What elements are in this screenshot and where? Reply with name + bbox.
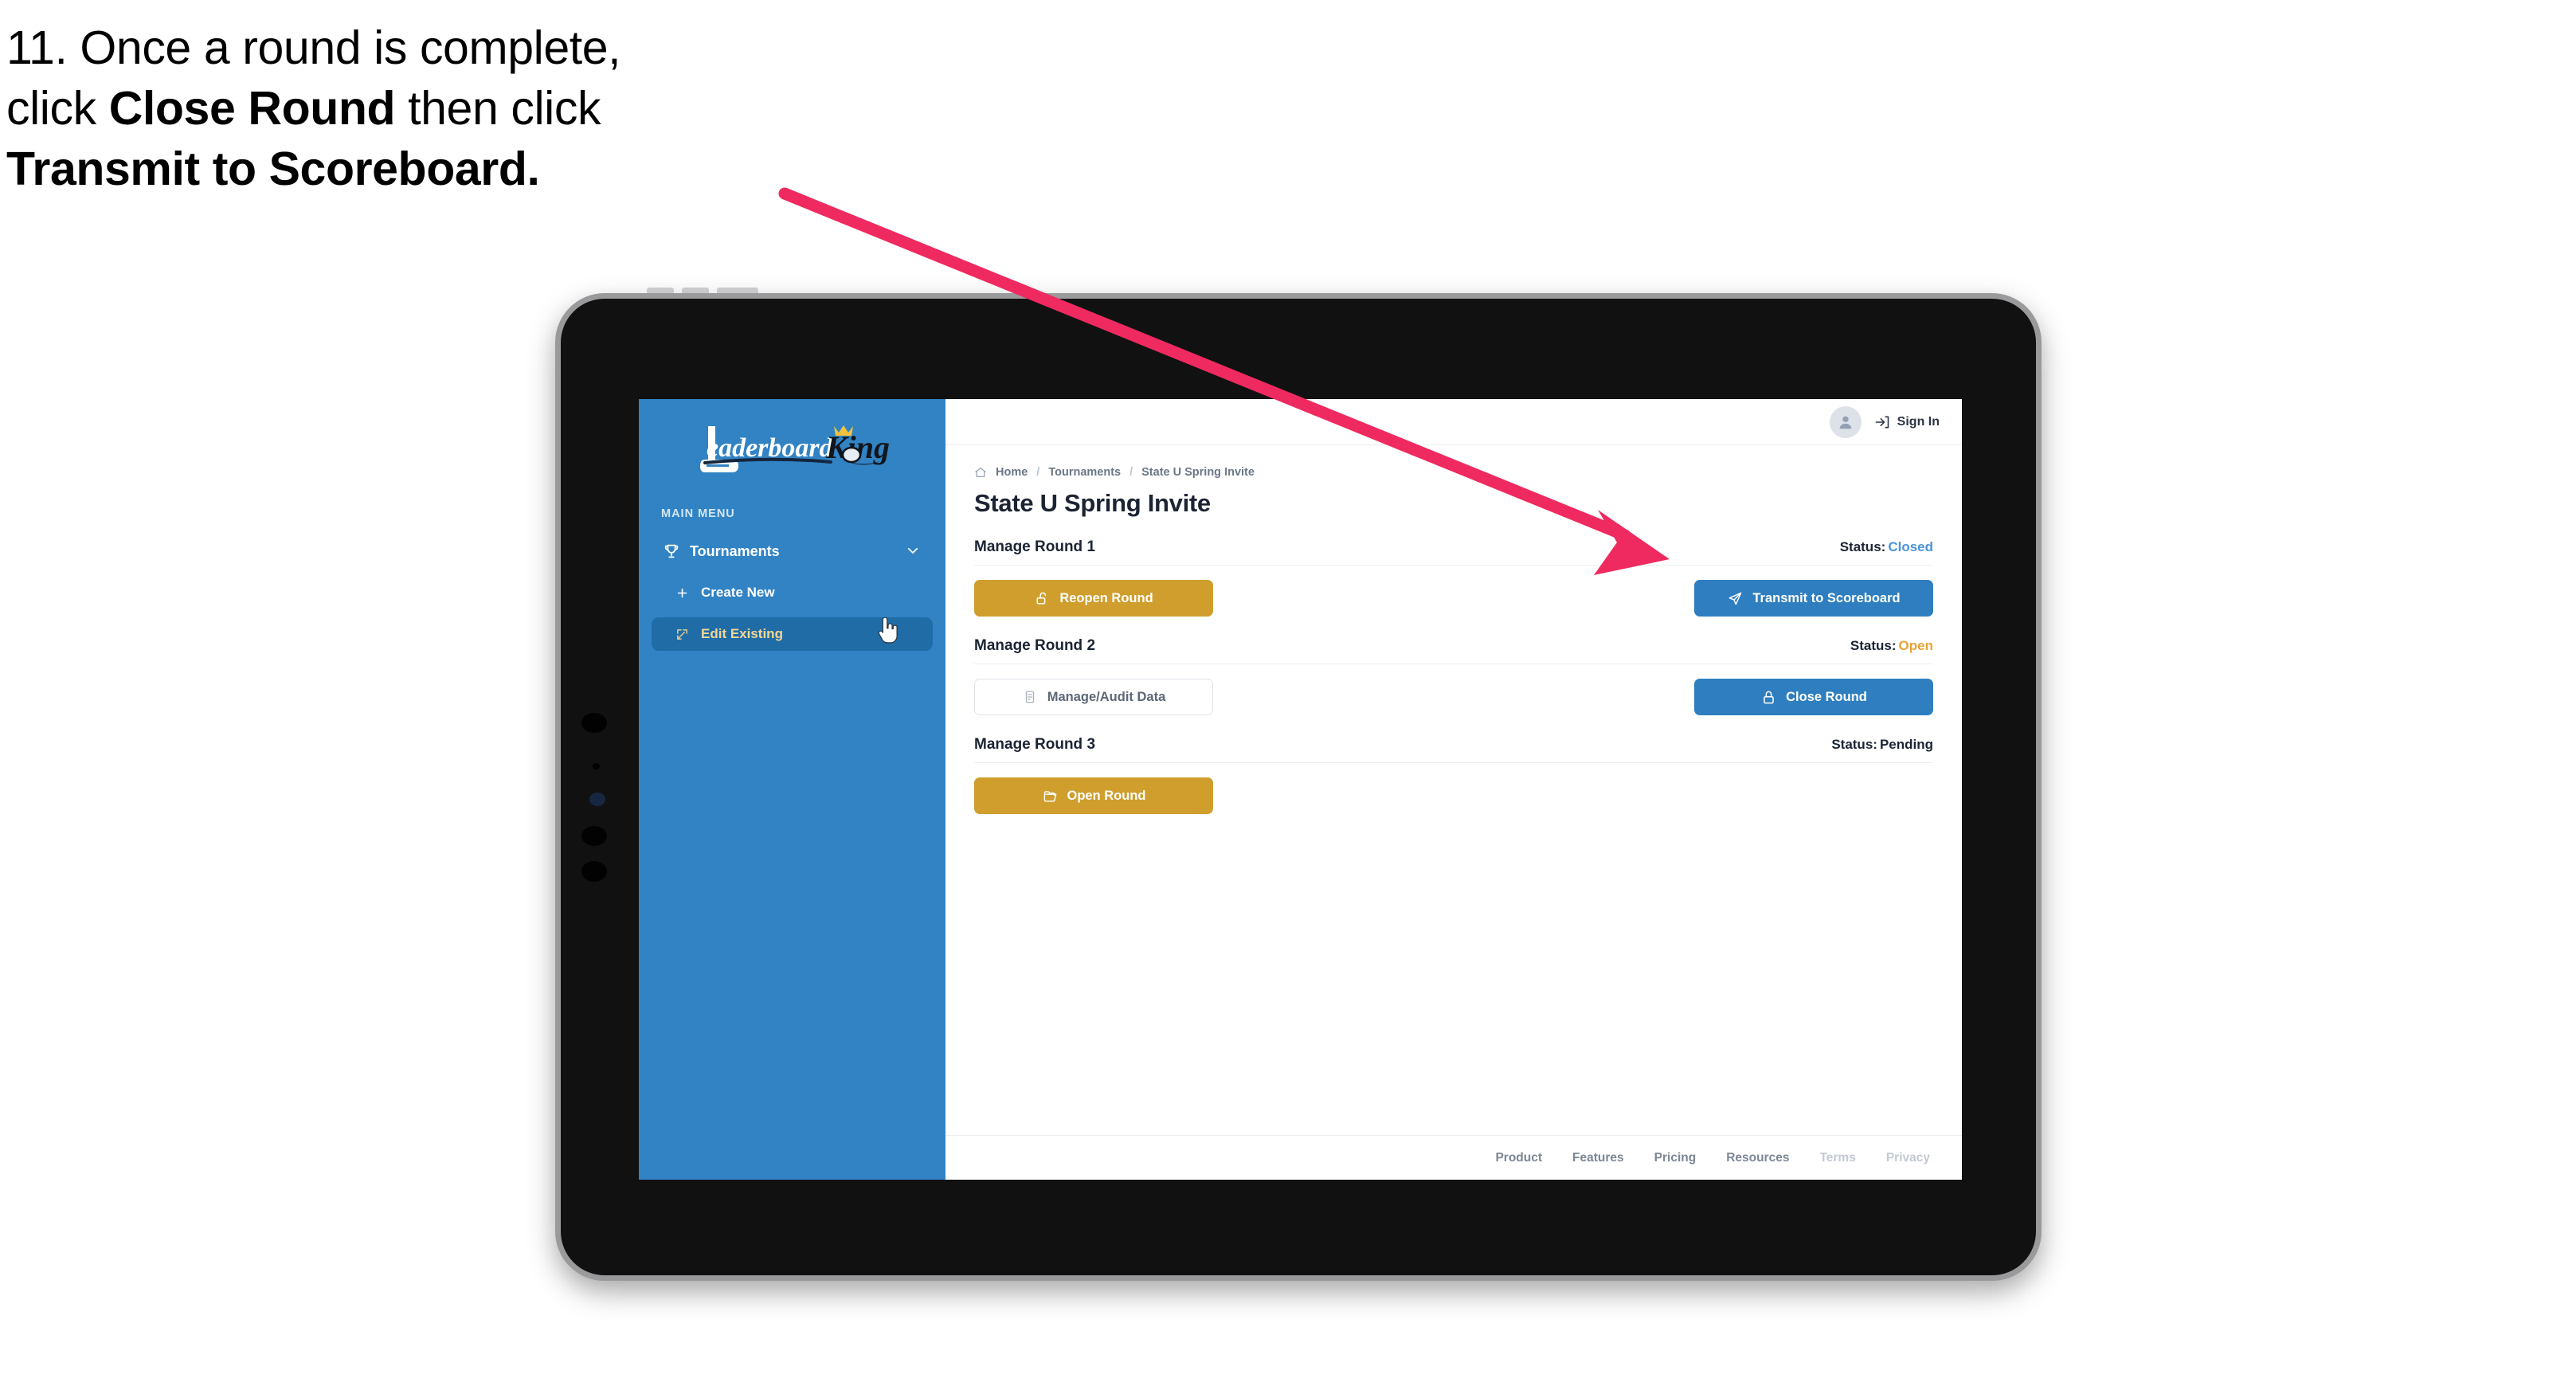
sign-in-arrow-icon xyxy=(1875,416,1889,428)
caption-line-1-text: 11. Once a round is complete, xyxy=(6,22,621,74)
screenshot-stage: 11. Once a round is complete, click Clos… xyxy=(0,0,2576,1386)
app-logo[interactable]: eaderboard King xyxy=(639,413,945,487)
breadcrumb-item-tournaments[interactable]: Tournaments xyxy=(1048,466,1121,479)
page-title: State U Spring Invite xyxy=(974,489,1211,517)
caption-line-2-suffix: then click xyxy=(395,82,601,135)
footer-link-resources[interactable]: Resources xyxy=(1726,1151,1789,1165)
transmit-to-scoreboard-button[interactable]: Transmit to Scoreboard xyxy=(1694,580,1933,617)
round-status: Status: Pending xyxy=(1831,737,1933,753)
round-header: Manage Round 1 Status: Closed xyxy=(974,538,1933,566)
plus-icon xyxy=(672,584,691,601)
caption-line-2-prefix: click xyxy=(6,82,109,135)
footer-link-pricing[interactable]: Pricing xyxy=(1654,1151,1697,1165)
caption-line-2: click Close Round then click xyxy=(6,78,867,139)
manage-audit-data-button[interactable]: Manage/Audit Data xyxy=(974,679,1213,715)
sidebar-item-tournaments[interactable]: Tournaments xyxy=(652,534,933,568)
status-label: Status: xyxy=(1831,737,1877,752)
main-panel: Sign In Home / Tournaments / State U Spr… xyxy=(945,399,1962,1180)
leaderboard-king-logo-icon: eaderboard King xyxy=(699,425,890,472)
status-value: Open xyxy=(1898,638,1933,653)
status-value: Closed xyxy=(1888,539,1933,554)
round-status: Status: Closed xyxy=(1840,539,1933,555)
avatar[interactable] xyxy=(1829,405,1862,438)
sidebar: eaderboard King MAIN MENU Tournaments Cr… xyxy=(639,399,945,1180)
round-actions: Reopen Round Transmit to Scoreboard xyxy=(974,580,1933,617)
close-round-button[interactable]: Close Round xyxy=(1694,679,1933,715)
clipboard-icon xyxy=(1022,689,1039,706)
round-block-3: Manage Round 3 Status: Pending Open Roun… xyxy=(974,736,1933,814)
sign-in-label: Sign In xyxy=(1897,414,1940,429)
footer-link-terms[interactable]: Terms xyxy=(1819,1151,1855,1165)
unlock-icon xyxy=(1034,590,1051,607)
instruction-caption: 11. Once a round is complete, click Clos… xyxy=(6,18,867,199)
status-label: Status: xyxy=(1850,638,1897,653)
tablet-volume-down-button[interactable] xyxy=(682,288,709,293)
caption-transmit-emphasis: Transmit to Scoreboard. xyxy=(6,143,540,196)
edit-square-icon xyxy=(672,625,691,643)
home-icon[interactable] xyxy=(974,466,987,479)
bezel-camera-dot xyxy=(589,793,605,806)
round-header: Manage Round 2 Status: Open xyxy=(974,637,1933,664)
bezel-sensor-dot xyxy=(593,763,600,769)
paper-plane-icon xyxy=(1727,590,1744,607)
bezel-sensor-dot xyxy=(581,826,607,846)
round-actions: Open Round xyxy=(974,777,1933,814)
trophy-icon xyxy=(661,542,682,561)
round-title: Manage Round 3 xyxy=(974,736,1096,753)
round-title: Manage Round 1 xyxy=(974,538,1096,555)
tablet-volume-up-button[interactable] xyxy=(647,288,674,293)
bezel-sensor-dot xyxy=(581,713,607,733)
button-label: Manage/Audit Data xyxy=(1047,689,1166,704)
caption-line-3: Transmit to Scoreboard. xyxy=(6,139,867,199)
caption-close-round-emphasis: Close Round xyxy=(108,82,396,135)
status-value: Pending xyxy=(1879,737,1933,752)
reopen-round-button[interactable]: Reopen Round xyxy=(974,580,1213,617)
breadcrumb-item-home[interactable]: Home xyxy=(996,466,1028,479)
tablet-device-frame: eaderboard King MAIN MENU Tournaments Cr… xyxy=(555,288,2042,1281)
round-header: Manage Round 3 Status: Pending xyxy=(974,736,1933,763)
round-block-1: Manage Round 1 Status: Closed Reopen Rou… xyxy=(974,538,1933,617)
caption-line-1: 11. Once a round is complete, xyxy=(6,18,867,78)
user-avatar-icon xyxy=(1839,416,1852,429)
button-label: Transmit to Scoreboard xyxy=(1752,590,1901,605)
round-title: Manage Round 2 xyxy=(974,637,1096,654)
button-label: Close Round xyxy=(1786,689,1867,704)
bezel-sensor-dot xyxy=(581,861,607,882)
button-label: Open Round xyxy=(1067,788,1146,803)
round-status: Status: Open xyxy=(1850,638,1933,654)
footer-link-privacy[interactable]: Privacy xyxy=(1886,1151,1930,1165)
breadcrumb-item-current: State U Spring Invite xyxy=(1141,466,1255,479)
sidebar-item-label: Tournaments xyxy=(690,542,780,559)
open-round-button[interactable]: Open Round xyxy=(974,777,1213,814)
lock-icon xyxy=(1760,689,1777,706)
breadcrumb-separator: / xyxy=(1036,466,1040,479)
breadcrumb: Home / Tournaments / State U Spring Invi… xyxy=(974,466,1933,479)
tablet-power-button[interactable] xyxy=(717,288,758,293)
breadcrumb-separator: / xyxy=(1129,466,1133,479)
sidebar-item-label: Edit Existing xyxy=(701,626,783,641)
top-bar: Sign In xyxy=(945,399,1962,445)
footer-link-features[interactable]: Features xyxy=(1572,1151,1624,1165)
footer-link-product[interactable]: Product xyxy=(1495,1151,1542,1165)
sidebar-item-label: Create New xyxy=(701,585,775,600)
chevron-down-icon[interactable] xyxy=(906,543,922,559)
page-content: Home / Tournaments / State U Spring Invi… xyxy=(945,445,1962,1135)
button-label: Reopen Round xyxy=(1059,590,1153,605)
app-screen: eaderboard King MAIN MENU Tournaments Cr… xyxy=(639,399,1962,1180)
status-label: Status: xyxy=(1839,539,1886,554)
footer: Product Features Pricing Resources Terms… xyxy=(945,1135,1962,1180)
folder-open-icon xyxy=(1042,788,1059,805)
round-block-2: Manage Round 2 Status: Open Manage/Audit… xyxy=(974,637,1933,715)
sign-in-button[interactable]: Sign In xyxy=(1874,414,1940,430)
mouse-cursor-pointer-icon xyxy=(878,617,898,644)
sidebar-section-label: MAIN MENU xyxy=(661,507,735,520)
round-actions: Manage/Audit Data Close Round xyxy=(974,679,1933,715)
sidebar-item-create-new[interactable]: Create New xyxy=(652,576,933,609)
